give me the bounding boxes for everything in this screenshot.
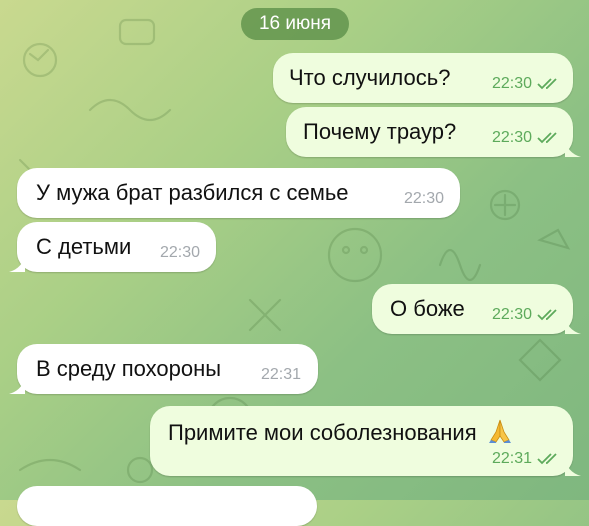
message-text: Почему траур? — [303, 119, 457, 144]
double-check-icon — [537, 309, 557, 321]
message-text: Примите мои соболезнования — [168, 418, 513, 446]
message-time: 22:30 — [491, 75, 532, 92]
message-bubble-incoming[interactable]: В среду похороны 22:31 — [9, 344, 318, 394]
message-bubble-outgoing[interactable]: О боже 22:30 — [372, 284, 581, 334]
message-time: 22:30 — [403, 190, 444, 207]
message-time: 22:30 — [491, 306, 532, 323]
message-bubble-outgoing[interactable]: Почему траур? 22:30 — [286, 107, 581, 157]
bubble-tail — [565, 139, 581, 157]
message-meta: 22:31 — [261, 366, 301, 384]
bubble-tail — [565, 458, 581, 476]
message-bubble-outgoing[interactable]: Примите мои соболезнования 22:31 — [150, 406, 581, 476]
double-check-icon — [537, 78, 557, 90]
bubble-tail — [9, 376, 25, 394]
message-meta: 22:30 — [160, 244, 200, 262]
message-bubble-incoming[interactable]: С детьми 22:30 — [9, 222, 216, 272]
double-check-icon — [537, 132, 557, 144]
message-meta: 22:30 — [404, 190, 444, 208]
message-time: 22:31 — [491, 450, 532, 467]
message-bubble-outgoing[interactable]: Что случилось? 22:30 — [273, 53, 573, 103]
message-text: О боже — [390, 296, 465, 321]
message-meta: 22:30 — [492, 306, 563, 324]
message-time: 22:31 — [260, 366, 301, 383]
message-time: 22:30 — [491, 129, 532, 146]
message-text: В среду похороны — [36, 356, 222, 381]
message-meta: 22:30 — [492, 129, 563, 147]
double-check-icon — [537, 453, 557, 465]
message-meta: 22:30 — [492, 75, 563, 93]
bubble-tail — [9, 254, 25, 272]
message-text-content: Примите мои соболезнования — [168, 420, 477, 445]
date-divider: 16 июня — [241, 8, 349, 40]
message-meta: 22:31 — [492, 450, 563, 468]
message-text: С детьми — [36, 234, 132, 259]
message-bubble-incoming-partial[interactable] — [17, 486, 317, 526]
message-bubble-incoming[interactable]: У мужа брат разбился с семье 22:30 — [17, 168, 460, 218]
message-text: Что случилось? — [289, 65, 451, 90]
bubble-tail — [565, 316, 581, 334]
message-time: 22:30 — [159, 244, 200, 261]
praying-hands-emoji — [488, 419, 511, 443]
message-text: У мужа брат разбился с семье — [36, 180, 349, 205]
